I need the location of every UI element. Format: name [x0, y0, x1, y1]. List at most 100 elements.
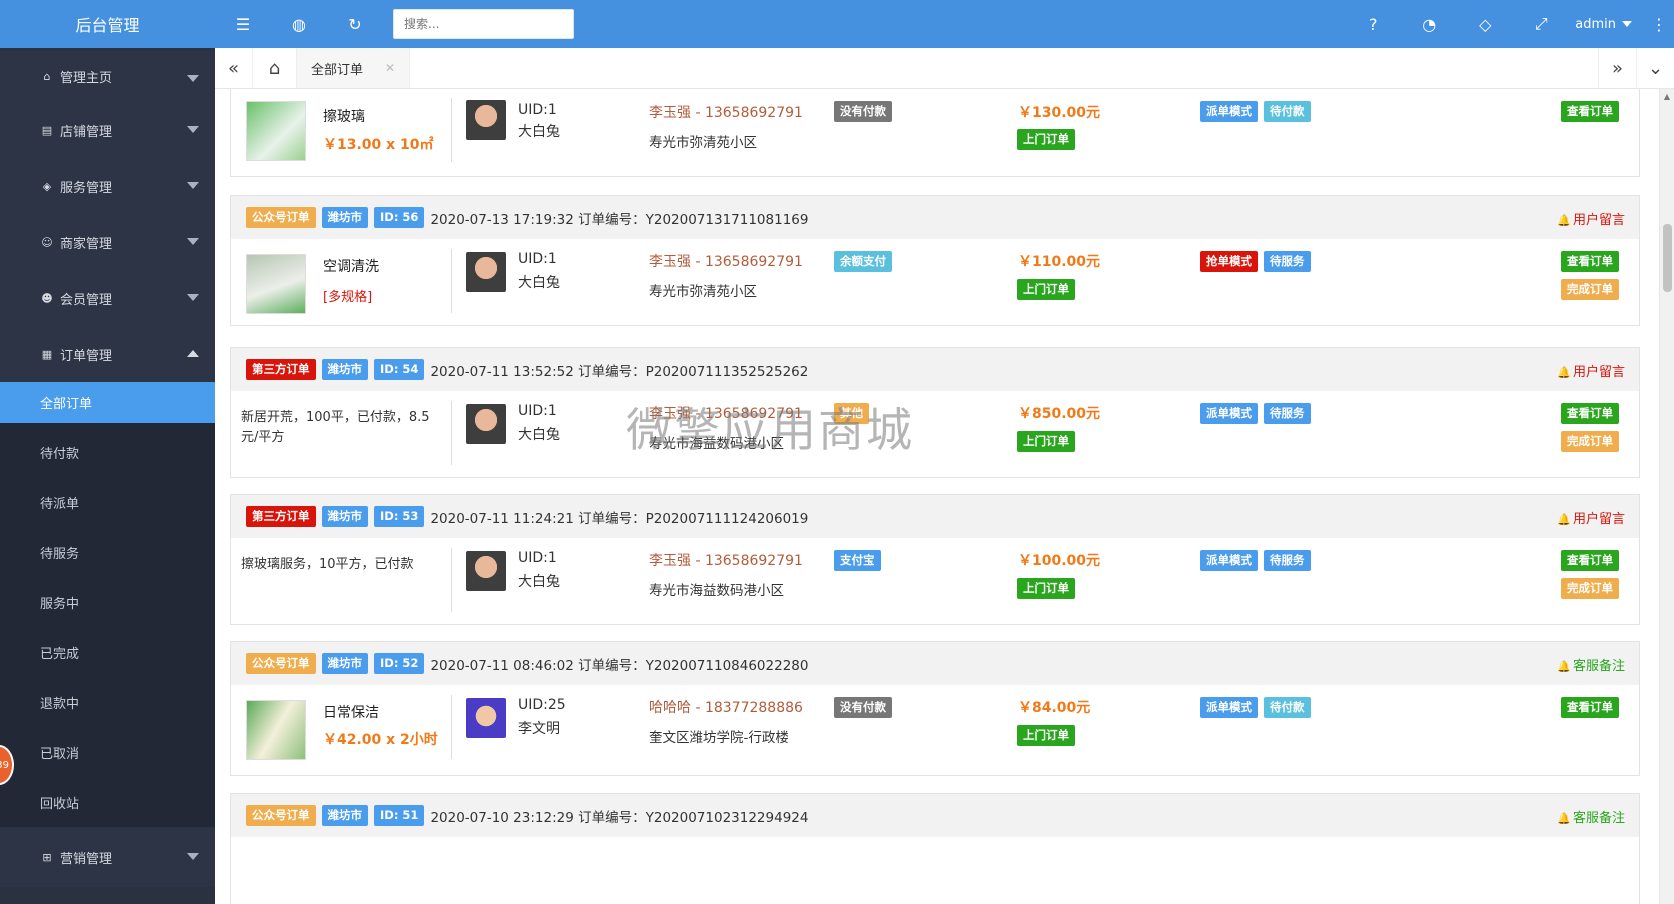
divider [451, 98, 452, 162]
user-message[interactable]: 🔔 用户留言 [1557, 209, 1625, 228]
complete-order-button[interactable]: 完成订单 [1561, 578, 1619, 599]
menu-member[interactable]: ☻ 会员管理 [0, 270, 215, 326]
submenu-pending-payment[interactable]: 待付款 [0, 427, 215, 477]
chevron-up-icon [187, 350, 199, 357]
payment-badge: 没有付款 [834, 697, 892, 718]
contact: 哈哈哈 - 18377288886 [649, 700, 803, 716]
user-message[interactable]: 🔔 用户留言 [1557, 508, 1625, 527]
view-order-button[interactable]: 查看订单 [1561, 550, 1619, 571]
user-message[interactable]: 🔔 用户留言 [1557, 361, 1625, 380]
message-label: 用户留言 [1572, 512, 1625, 527]
door-order: 上门订单 [1017, 129, 1081, 150]
payment-badge: 其他 [834, 403, 869, 424]
submenu-all-orders[interactable]: 全部订单 [0, 382, 215, 423]
menu-order[interactable]: ▦ 订单管理 [0, 326, 215, 382]
scroll-right-icon[interactable]: » [1598, 48, 1636, 88]
view-order-button[interactable]: 查看订单 [1561, 403, 1619, 424]
menu-label: 订单管理 [60, 348, 113, 364]
help-icon[interactable]: ? [1345, 0, 1401, 48]
chevron-down-icon [187, 75, 199, 82]
message-label: 客服备注 [1572, 811, 1625, 826]
view-order-button[interactable]: 查看订单 [1561, 101, 1619, 122]
menu-home[interactable]: ⌂ 管理主页 [0, 51, 215, 102]
refresh-icon[interactable]: ↻ [327, 0, 383, 48]
mode-badge: 派单模式 [1200, 550, 1258, 571]
complete-order-button[interactable]: 完成订单 [1561, 431, 1619, 452]
users-icon: ☺ [41, 235, 53, 249]
view-order-button[interactable]: 查看订单 [1561, 697, 1619, 718]
payment-method: 其他 [834, 403, 875, 424]
tag-icon[interactable]: ◇ [1457, 0, 1513, 48]
actions: 完成订单 [1561, 431, 1625, 452]
username: admin [1575, 16, 1616, 32]
contact: 李玉强 - 13658692791 [649, 105, 803, 121]
door-badge: 上门订单 [1017, 725, 1075, 746]
app-title: 后台管理 [0, 0, 215, 48]
submenu-completed[interactable]: 已完成 [0, 627, 215, 677]
order-card: 擦玻璃 ￥13.00 x 10㎡ UID:1 大白兔 李玉强 - 1365869… [230, 89, 1640, 177]
menu-service[interactable]: ◈ 服务管理 [0, 158, 215, 214]
order-header: 公众号订单 潍坊市 ID: 51 2020-07-10 23:12:29 订单编… [231, 794, 1639, 837]
status-badge: 待付款 [1264, 101, 1311, 122]
order-header: 公众号订单 潍坊市 ID: 56 2020-07-13 17:19:32 订单编… [231, 196, 1639, 239]
submenu-pending-dispatch[interactable]: 待派单 [0, 477, 215, 527]
service-note[interactable]: 🔔 客服备注 [1557, 807, 1625, 826]
order-total: ￥130.00元 [1018, 105, 1101, 121]
door-badge: 上门订单 [1017, 279, 1075, 300]
close-icon[interactable]: ✕ [385, 61, 395, 75]
submenu-recycle-bin[interactable]: 回收站 [0, 777, 215, 827]
payment-badge: 支付宝 [834, 550, 881, 571]
tab-dropdown-icon[interactable]: ⌄ [1636, 48, 1674, 88]
actions: 查看订单 [1561, 697, 1625, 718]
fullscreen-icon[interactable]: ⤢ [1513, 0, 1569, 48]
palette-icon[interactable]: ◔ [1401, 0, 1457, 48]
message-label: 客服备注 [1572, 659, 1625, 674]
actions: 查看订单 [1561, 251, 1625, 272]
order-card: 公众号订单 潍坊市 ID: 52 2020-07-11 08:46:02 订单编… [230, 641, 1640, 776]
source-badge: 公众号订单 [246, 805, 316, 826]
more-icon[interactable]: ⋮ [1644, 0, 1674, 48]
order-description: 新居开荒，100平，已付款，8.5元/平方 [241, 410, 430, 445]
scrollbar[interactable]: ▲ [1659, 89, 1674, 904]
menu-merchant[interactable]: ☺ 商家管理 [0, 214, 215, 270]
service-price: ￥42.00 x 2小时 [323, 732, 438, 748]
user-id: UID:1 [518, 251, 557, 267]
submenu-refunding[interactable]: 退款中 [0, 677, 215, 727]
submenu-in-service[interactable]: 服务中 [0, 577, 215, 627]
order-card: 公众号订单 潍坊市 ID: 56 2020-07-13 17:19:32 订单编… [230, 195, 1640, 326]
message-label: 用户留言 [1572, 213, 1625, 228]
user-menu[interactable]: admin [1575, 17, 1632, 32]
avatar [466, 404, 506, 444]
scroll-left-icon[interactable]: « [215, 48, 253, 88]
menu-store[interactable]: ▤ 店铺管理 [0, 102, 215, 158]
order-mode: 派单模式 待服务 [1200, 403, 1317, 424]
service-image [246, 700, 306, 760]
door-badge: 上门订单 [1017, 431, 1075, 452]
submenu-cancelled[interactable]: 已取消 [0, 727, 215, 777]
id-badge: ID: 54 [374, 359, 425, 380]
view-order-button[interactable]: 查看订单 [1561, 251, 1619, 272]
scroll-up-icon[interactable]: ▲ [1660, 89, 1674, 104]
menu-marketing[interactable]: ⊞ 营销管理 [0, 827, 215, 887]
home-tab-icon[interactable]: ⌂ [253, 48, 297, 88]
mode-badge: 派单模式 [1200, 403, 1258, 424]
complete-order-button[interactable]: 完成订单 [1561, 279, 1619, 300]
tab-all-orders[interactable]: 全部订单 ✕ [297, 48, 411, 88]
search-input[interactable] [393, 9, 574, 39]
globe-icon[interactable]: ◍ [271, 0, 327, 48]
order-time-number: 2020-07-11 11:24:21 订单编号：P20200711112420… [430, 510, 809, 527]
address: 寿光市海益数码港小区 [649, 436, 784, 452]
contact: 李玉强 - 13658692791 [649, 406, 803, 422]
message-label: 用户留言 [1572, 365, 1625, 380]
scrollbar-thumb[interactable] [1663, 224, 1672, 292]
payment-method: 没有付款 [834, 101, 898, 122]
order-icon: ▦ [41, 347, 53, 361]
order-header: 第三方订单 潍坊市 ID: 53 2020-07-11 11:24:21 订单编… [231, 495, 1639, 538]
caret-down-icon [1622, 21, 1632, 27]
submenu-pending-service[interactable]: 待服务 [0, 527, 215, 577]
payment-method: 没有付款 [834, 697, 898, 718]
id-badge: ID: 53 [374, 506, 425, 527]
menu-toggle-icon[interactable]: ☰ [215, 0, 271, 48]
service-note[interactable]: 🔔 客服备注 [1557, 655, 1625, 674]
user-id: UID:25 [518, 697, 566, 713]
